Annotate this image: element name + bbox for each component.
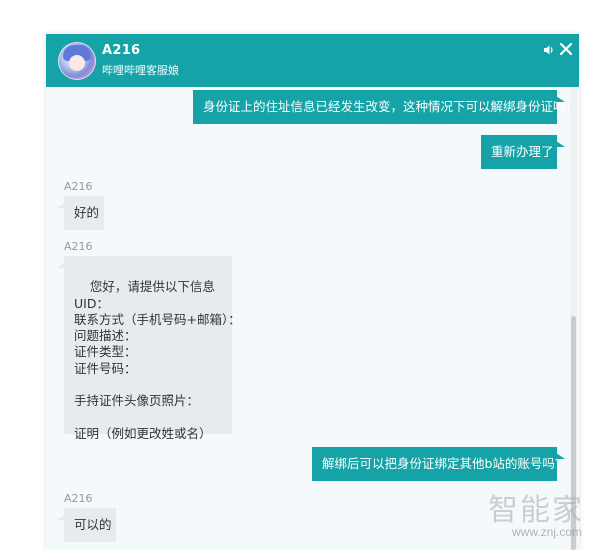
agent-message-bubble: 可以的: [57, 508, 116, 542]
agent-message-bubble: 您好，请提供以下信息 UID： 联系方式（手机号码+邮箱）： 问题描述： 证件类…: [57, 256, 241, 441]
chat-window: A216 哔哩哔哩客服娘 身份证上的住址信息已经发生改变，这种情况下可以解绑身份…: [46, 34, 579, 550]
agent-name: A216: [102, 43, 141, 58]
sender-name: A216: [64, 180, 93, 193]
sender-name: A216: [64, 492, 93, 505]
message-text: 身份证上的住址信息已经发生改变，这种情况下可以解绑身份证吗？: [203, 99, 579, 114]
agent-message-bubble: 好的: [57, 196, 104, 230]
scrollbar-thumb[interactable]: [571, 316, 576, 550]
close-icon[interactable]: [559, 42, 573, 56]
message-text: 好的: [74, 205, 100, 220]
message-text: 可以的: [74, 517, 112, 532]
message-text: 重新办理了: [491, 144, 554, 159]
avatar[interactable]: [58, 42, 96, 80]
message-text: 解绑后可以把身份证绑定其他b站的账号吗？: [322, 456, 568, 471]
user-message-bubble: 解绑后可以把身份证绑定其他b站的账号吗？: [312, 447, 567, 481]
user-message-bubble: 重新办理了: [481, 135, 565, 169]
user-message-bubble: 身份证上的住址信息已经发生改变，这种情况下可以解绑身份证吗？: [193, 90, 578, 124]
speaker-icon[interactable]: [543, 44, 555, 56]
chat-header: A216 哔哩哔哩客服娘: [46, 34, 579, 87]
sender-name: A216: [64, 240, 93, 253]
agent-subtitle: 哔哩哔哩客服娘: [102, 64, 179, 77]
avatar-face: [69, 55, 85, 71]
message-text: 您好，请提供以下信息 UID： 联系方式（手机号码+邮箱）： 问题描述： 证件类…: [74, 279, 241, 441]
